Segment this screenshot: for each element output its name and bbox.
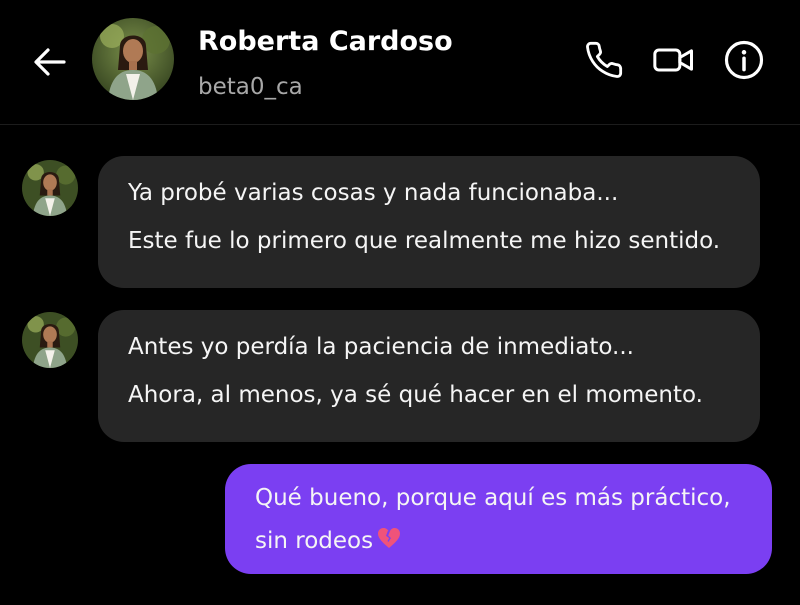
message-line-with-emoji: sin rodeos <box>255 526 750 557</box>
contact-avatar[interactable] <box>92 18 174 100</box>
back-button[interactable] <box>28 40 72 84</box>
video-camera-icon <box>653 48 693 72</box>
sender-avatar[interactable] <box>22 160 78 216</box>
message-bubble-outgoing[interactable]: Qué bueno, porque aquí es más práctico, … <box>225 464 772 574</box>
message-bubble-incoming[interactable]: Antes yo perdía la paciencia de inmediat… <box>98 310 760 442</box>
chat-header: Roberta Cardoso beta0_ca <box>0 0 800 125</box>
info-icon <box>724 40 764 80</box>
phone-icon <box>586 41 623 78</box>
back-arrow-icon <box>34 48 66 76</box>
sender-avatar[interactable] <box>22 312 78 368</box>
message-bubble-incoming[interactable]: Ya probé varias cosas y nada funcionaba.… <box>98 156 760 288</box>
broken-heart-emoji <box>377 527 401 557</box>
avatar-image <box>22 312 78 368</box>
message-text: Qué bueno, porque aquí es más práctico, <box>255 485 731 511</box>
avatar-image <box>92 18 174 100</box>
info-button[interactable] <box>722 38 766 82</box>
message-text: Ahora, al menos, ya sé qué hacer en el m… <box>128 382 703 408</box>
contact-handle: beta0_ca <box>198 74 303 100</box>
call-button[interactable] <box>582 38 626 82</box>
video-call-button[interactable] <box>652 38 696 82</box>
message-text: Antes yo perdía la paciencia de inmediat… <box>128 334 634 360</box>
avatar-image <box>22 160 78 216</box>
message-text: Este fue lo primero que realmente me hiz… <box>128 228 721 254</box>
message-text: sin rodeos <box>255 528 374 554</box>
message-text: Ya probé varias cosas y nada funcionaba.… <box>128 180 619 206</box>
contact-name[interactable]: Roberta Cardoso <box>198 26 453 57</box>
